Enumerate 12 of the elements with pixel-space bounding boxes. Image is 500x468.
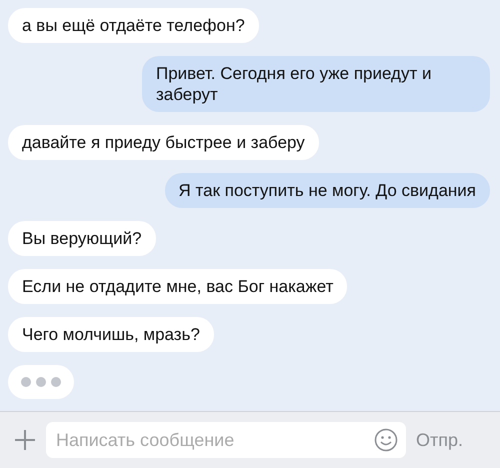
emoji-icon[interactable]: [374, 428, 398, 452]
incoming-message: Вы верующий?: [8, 221, 156, 256]
incoming-message: а вы ещё отдаёте телефон?: [8, 8, 259, 43]
outgoing-message: Я так поступить не могу. До свидания: [164, 173, 490, 208]
plus-icon[interactable]: [14, 429, 36, 451]
send-button[interactable]: Отпр.: [416, 430, 464, 450]
message-field[interactable]: Написать сообщение: [46, 422, 406, 458]
incoming-message: давайте я приеду быстрее и заберу: [8, 125, 319, 160]
typing-indicator: [8, 365, 74, 399]
incoming-message: Если не отдадите мне, вас Бог накажет: [8, 269, 348, 304]
incoming-message: Чего молчишь, мразь?: [8, 317, 214, 352]
outgoing-message: Привет. Сегодня его уже приедут и заберут: [142, 56, 490, 112]
